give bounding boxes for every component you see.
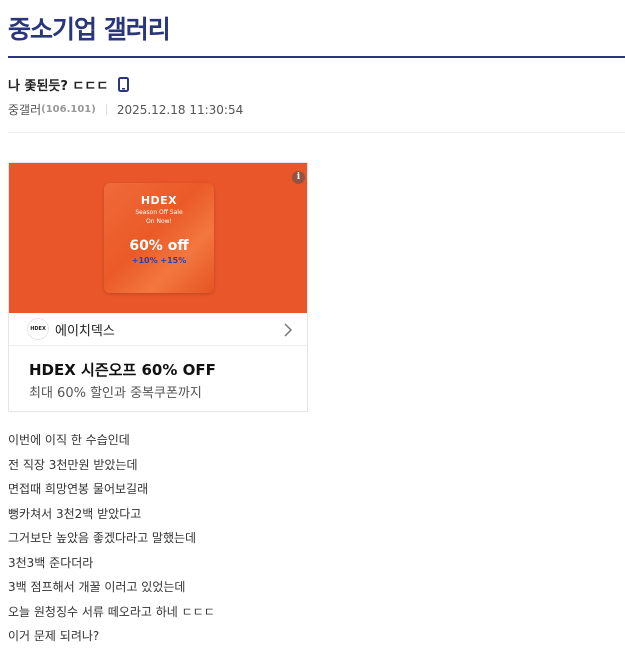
post-body-line: 이번에 이직 한 수습인데	[8, 433, 130, 447]
ad-card[interactable]: HDEX Season Off Sale On Now! 60% off +10…	[8, 162, 308, 412]
post-body-line: 그거보단 높았음 좋겠다라고 말했는데	[8, 531, 197, 545]
author-name[interactable]: 중갤러	[8, 101, 41, 118]
poster-sub-2: On Now!	[146, 218, 172, 225]
post-body-line: 전 직장 3천만원 받았는데	[8, 457, 138, 472]
poster-sub-1: Season Off Sale	[135, 209, 183, 216]
advertiser-logo: HDEX	[27, 318, 49, 340]
ad-description: 최대 60% 할인과 중복쿠폰까지	[29, 386, 202, 401]
gallery-title[interactable]: 중소기업 갤러리	[8, 10, 171, 46]
ad-headline[interactable]: HDEX 시즌오프 60% OFF	[29, 359, 216, 380]
post-body-line: 면접때 희망연봉 물어보길래	[8, 482, 149, 496]
post-body-line: 3천3백 준다더라	[8, 555, 94, 570]
chevron-right-icon[interactable]	[283, 322, 293, 337]
post-title: 나 좇된듯? ㄷㄷㄷ	[8, 75, 130, 94]
ad-poster-image: HDEX Season Off Sale On Now! 60% off +10…	[104, 183, 214, 293]
post-body-line: 뻥카쳐서 3천2백 받았다고	[8, 506, 142, 521]
ad-advertiser-row[interactable]: HDEX 에이치덱스	[9, 313, 307, 346]
post-date: 2025.12.18 11:30:54	[116, 102, 244, 117]
poster-percent: 60% off	[129, 238, 189, 254]
poster-extra: +10% +15%	[131, 256, 187, 265]
post-body-line: 이거 문제 되려나?	[8, 629, 100, 643]
info-icon[interactable]: i	[292, 171, 305, 184]
post-body-line: 오늘 원청징수 서류 떼오라고 하네 ㄷㄷㄷ	[8, 604, 215, 619]
post-meta: 중갤러 (106.101) 2025.12.18 11:30:54	[8, 101, 243, 118]
post-body: 이번에 이직 한 수습인데 전 직장 3천만원 받았는데 면접때 희망연봉 물어…	[8, 432, 215, 653]
post-title-text: 나 좇된듯? ㄷㄷㄷ	[8, 79, 109, 94]
author-ip: (106.101)	[41, 104, 96, 115]
mobile-phone-icon	[118, 77, 130, 92]
meta-divider	[8, 132, 625, 133]
poster-brand: HDEX	[140, 194, 178, 207]
meta-separator	[105, 104, 107, 115]
ad-banner[interactable]: HDEX Season Off Sale On Now! 60% off +10…	[9, 163, 307, 313]
post-body-line: 3백 점프해서 개꿀 이러고 있었는데	[8, 580, 186, 594]
advertiser-name: 에이치덱스	[55, 323, 115, 339]
title-divider	[8, 56, 625, 58]
